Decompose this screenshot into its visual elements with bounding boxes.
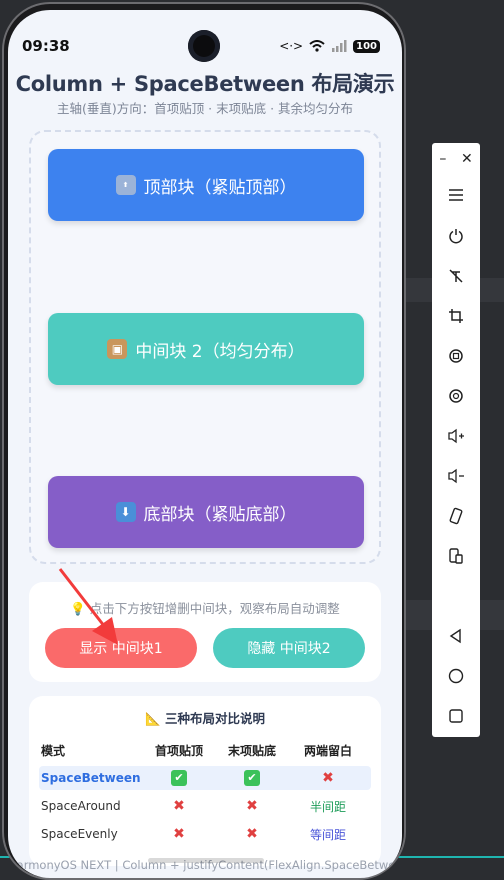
screenshot-icon[interactable] [432,382,480,410]
hide-middle-block-2-button[interactable]: 隐藏 中间块2 [213,628,365,668]
table-row: SpaceBetween ✔ ✔ ✖ [39,766,371,790]
middle-block-2[interactable]: ▣ 中间块 2（均匀分布） [48,313,364,385]
cross-icon: ✖ [246,826,258,842]
comparison-table: 📐 三种布局对比说明 模式 首项贴顶 末项贴底 两端留白 SpaceBetwee… [29,696,381,866]
row-margin: 半间距 [309,799,346,814]
phone-screen: 09:38 <·> 100 Column + SpaceBetween 布局演示 [8,10,402,878]
rotate-icon[interactable] [432,342,480,370]
back-icon[interactable] [432,622,480,650]
row-margin: 等间距 [309,827,346,842]
status-time: 09:38 [22,37,70,55]
home-indicator[interactable] [148,858,264,863]
bottom-block[interactable]: ⬇ 底部块（紧贴底部） [48,476,364,548]
down-arrow-icon: ⬇ [115,502,136,522]
rotate-device-icon[interactable] [432,502,480,530]
header-margin: 两端留白 [303,743,352,758]
battery-icon: 100 [353,39,380,53]
top-arrow-icon: ⬆ [115,175,136,195]
crop-icon[interactable] [432,302,480,330]
top-block[interactable]: ⬆ 顶部块（紧贴顶部） [48,149,364,221]
signal-icon [332,40,347,52]
row-mode: SpaceEvenly [41,827,118,841]
cross-icon: ✖ [322,770,334,786]
page-title: Column + SpaceBetween 布局演示 [15,72,395,96]
hint-text: 💡 点击下方按钮增删中间块，观察布局自动调整 [70,601,340,616]
minimize-icon[interactable]: – [439,151,446,167]
header-first: 首项贴顶 [154,743,203,758]
row-mode: SpaceAround [41,799,121,813]
header-last: 末项贴底 [227,743,276,758]
cross-icon: ✖ [246,798,258,814]
status-icons: <·> 100 [279,39,380,53]
top-block-label: 顶部块（紧贴顶部） [143,177,297,198]
control-card: 💡 点击下方按钮增删中间块，观察布局自动调整 显示 中间块1 隐藏 中间块2 [29,582,381,682]
power-icon[interactable] [432,222,480,250]
check-icon: ✔ [244,770,260,786]
comparison-title: 📐 三种布局对比说明 [145,711,265,726]
link-icon: <·> [279,39,304,53]
table-header-row: 模式 首项贴顶 末项贴底 两端留白 [39,738,371,762]
table-row: SpaceAround ✖ ✖ 半间距 [39,794,371,818]
touch-off-icon[interactable] [432,262,480,290]
cross-icon: ✖ [173,826,185,842]
volume-down-icon[interactable] [432,462,480,490]
header-mode: 模式 [41,743,66,758]
page-subtitle: 主轴(垂直)方向：首项贴顶 · 末项贴底 · 其余均匀分布 [56,101,354,116]
middle-block-label: 中间块 2（均匀分布） [135,341,305,362]
bottom-block-label: 底部块（紧贴底部） [143,504,297,525]
wifi-icon [309,40,325,52]
show-middle-block-1-button[interactable]: 显示 中间块1 [45,628,197,668]
recents-icon[interactable] [432,702,480,730]
emulator-tool-panel: – ✕ [432,143,480,737]
phone-frame: 09:38 <·> 100 Column + SpaceBetween 布局演示 [2,2,406,880]
close-icon[interactable]: ✕ [461,151,473,167]
package-icon: ▣ [107,339,128,359]
multi-device-icon[interactable] [432,542,480,570]
home-icon[interactable] [432,662,480,690]
menu-icon[interactable] [432,181,480,209]
row-mode: SpaceBetween [41,771,141,785]
cross-icon: ✖ [173,798,185,814]
table-row: SpaceEvenly ✖ ✖ 等间距 [39,822,371,846]
layout-demo-area: ⬆ 顶部块（紧贴顶部） ▣ 中间块 2（均匀分布） ⬇ 底部块（紧贴底部） [29,130,381,564]
check-icon: ✔ [171,770,187,786]
camera-cutout [188,30,220,62]
volume-up-icon[interactable] [432,422,480,450]
